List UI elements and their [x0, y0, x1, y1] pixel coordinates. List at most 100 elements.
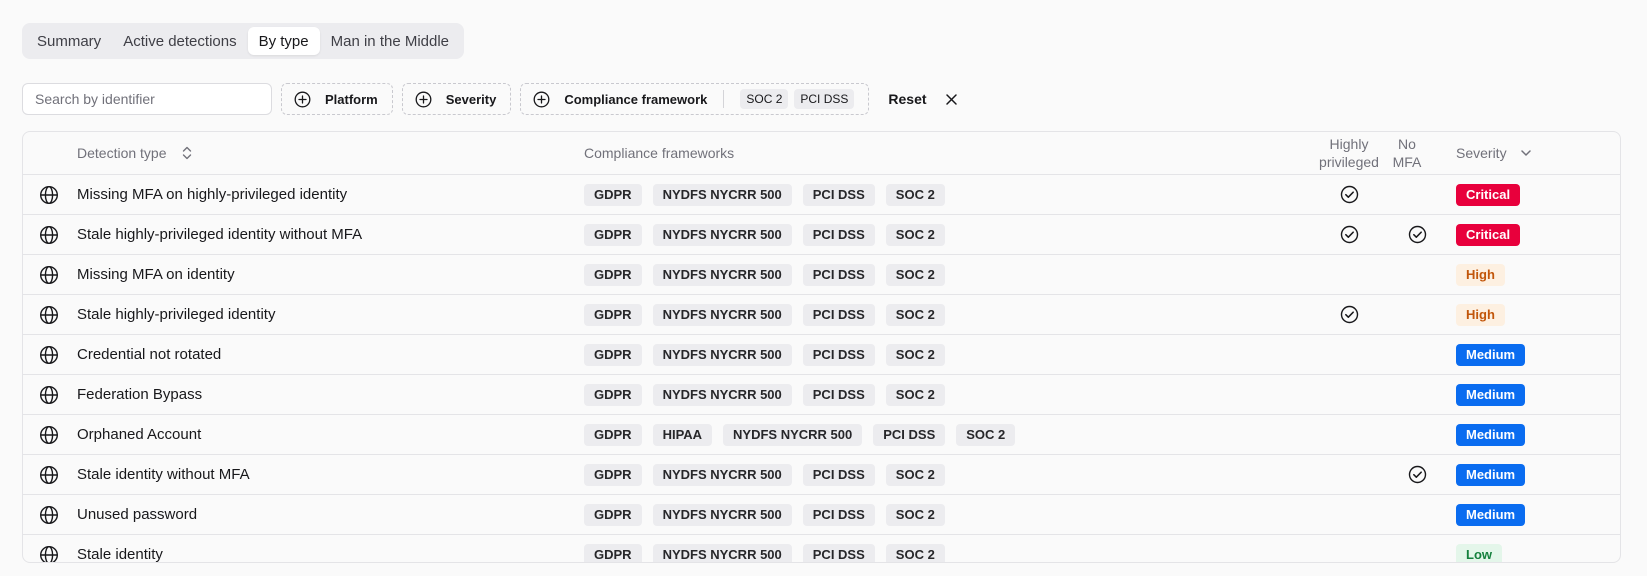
compliance-tag: PCI DSS — [802, 183, 875, 206]
chevron-down-icon[interactable] — [1520, 148, 1532, 158]
platform-filter-button[interactable]: Platform — [281, 83, 393, 115]
tab-summary[interactable]: Summary — [26, 27, 112, 55]
compliance-tag: PCI DSS — [802, 503, 875, 526]
globe-icon — [39, 535, 59, 562]
severity-badge: Medium — [1456, 423, 1526, 446]
compliance-tag: SOC 2 — [885, 543, 945, 562]
compliance-filter-label: Compliance framework — [564, 91, 708, 107]
compliance-tag: GDPR — [584, 343, 642, 366]
table-row[interactable]: Stale highly-privileged identity GDPR NYDF… — [23, 295, 1620, 335]
severity-filter-label: Severity — [445, 91, 497, 107]
severity-cell: Medium — [1456, 455, 1526, 494]
compliance-tag: NYDFS NYCRR 500 — [652, 223, 792, 246]
detection-type-name: Missing MFA on highly-privileged identit… — [77, 186, 348, 203]
filter-bar: Platform Severity Compliance framework S… — [22, 83, 958, 115]
compliance-tags: GDPR NYDFS NYCRR 500 PCI DSS SOC 2 — [584, 335, 956, 374]
compliance-tag: PCI DSS — [802, 383, 875, 406]
compliance-tag: GDPR — [584, 423, 642, 446]
globe-icon — [39, 495, 59, 534]
sort-icon[interactable] — [181, 145, 193, 161]
detection-type-name: Stale highly-privileged identity — [77, 306, 276, 323]
compliance-filter-button[interactable]: Compliance framework SOC 2 PCI DSS — [520, 83, 870, 115]
filter-divider — [723, 90, 725, 108]
reset-button[interactable]: Reset — [888, 91, 957, 107]
tab-active-detections[interactable]: Active detections — [112, 27, 247, 55]
compliance-tag: NYDFS NYCRR 500 — [652, 383, 792, 406]
column-header-no-mfa: No MFA — [1392, 136, 1422, 170]
table-row[interactable]: Unused password GDPR NYDFS NYCRR 500 PCI DS… — [23, 495, 1620, 535]
check-circle-icon — [1339, 295, 1359, 334]
compliance-tag: NYDFS NYCRR 500 — [652, 503, 792, 526]
compliance-tag: GDPR — [584, 263, 642, 286]
severity-badge: Critical — [1456, 223, 1521, 246]
column-header-label: Severity — [1456, 145, 1507, 161]
detection-type-name: Missing MFA on identity — [77, 266, 235, 283]
severity-badge: Medium — [1456, 503, 1526, 526]
globe-icon — [39, 375, 59, 414]
compliance-tags: GDPR NYDFS NYCRR 500 PCI DSS SOC 2 — [584, 295, 956, 334]
compliance-tag: PCI DSS — [802, 263, 875, 286]
compliance-tag: HIPAA — [652, 423, 713, 446]
reset-label: Reset — [888, 91, 927, 107]
compliance-tag: SOC 2 — [885, 183, 945, 206]
compliance-tag: SOC 2 — [956, 423, 1016, 446]
severity-filter-button[interactable]: Severity — [401, 83, 512, 115]
table-row[interactable]: Stale identity without MFA GDPR NYDFS NYCR… — [23, 455, 1620, 495]
check-circle-icon — [1407, 215, 1427, 254]
column-header-severity[interactable]: Severity — [1456, 132, 1532, 174]
compliance-tags: GDPR NYDFS NYCRR 500 PCI DSS SOC 2 — [584, 535, 956, 562]
detection-type-name: Stale identity without MFA — [77, 466, 250, 483]
globe-icon — [39, 175, 59, 214]
severity-cell: High — [1456, 255, 1505, 294]
compliance-tag: NYDFS NYCRR 500 — [652, 463, 792, 486]
table-row[interactable]: Missing MFA on highly-privileged identit… — [23, 175, 1620, 215]
severity-badge: Low — [1456, 543, 1502, 562]
severity-cell: Medium — [1456, 375, 1526, 414]
compliance-tag: GDPR — [584, 463, 642, 486]
check-circle-icon — [1339, 215, 1359, 254]
search-input[interactable] — [22, 83, 272, 115]
table-row[interactable]: Stale identity GDPR NYDFS NYCRR 500 PCI DSS… — [23, 535, 1620, 563]
table-row[interactable]: Credential not rotated GDPR NYDFS NYCRR 50… — [23, 335, 1620, 375]
table-header: Detection type Compliance frameworks Hig… — [23, 132, 1620, 175]
view-tabs: Summary Active detections By type Man in… — [22, 23, 465, 59]
compliance-tag: PCI DSS — [802, 543, 875, 562]
table-row[interactable]: Orphaned Account GDPR HIPAA NYDFS NYCRR 500… — [23, 415, 1620, 455]
compliance-tag: NYDFS NYCRR 500 — [652, 343, 792, 366]
severity-cell: Low — [1456, 535, 1502, 562]
column-header-label: Detection type — [77, 145, 167, 161]
table-row[interactable]: Federation Bypass GDPR NYDFS NYCRR 500 PCI … — [23, 375, 1620, 415]
compliance-tag: PCI DSS — [802, 463, 875, 486]
globe-icon — [39, 455, 59, 494]
compliance-tag: PCI DSS — [802, 343, 875, 366]
severity-badge: Medium — [1456, 383, 1526, 406]
table-row[interactable]: Missing MFA on identity GDPR NYDFS NYCRR 5… — [23, 255, 1620, 295]
compliance-tag: SOC 2 — [885, 383, 945, 406]
compliance-tag: SOC 2 — [885, 263, 945, 286]
compliance-tag: SOC 2 — [885, 503, 945, 526]
compliance-tag: GDPR — [584, 183, 642, 206]
compliance-tag: PCI DSS — [873, 423, 946, 446]
selected-filter-chip: PCI DSS — [794, 89, 855, 109]
compliance-tag: GDPR — [584, 383, 642, 406]
compliance-tag: PCI DSS — [802, 223, 875, 246]
column-header-highly-privileged: Highly privileged — [1319, 136, 1379, 170]
globe-icon — [39, 255, 59, 294]
globe-icon — [39, 295, 59, 334]
tab-man-in-the-middle[interactable]: Man in the Middle — [320, 27, 460, 55]
table-row[interactable]: Stale highly-privileged identity without… — [23, 215, 1620, 255]
compliance-tags: GDPR NYDFS NYCRR 500 PCI DSS SOC 2 — [584, 255, 956, 294]
platform-filter-label: Platform — [325, 91, 378, 107]
compliance-tags: GDPR NYDFS NYCRR 500 PCI DSS SOC 2 — [584, 375, 956, 414]
severity-cell: Medium — [1456, 415, 1526, 454]
check-circle-icon — [1339, 175, 1359, 214]
detection-type-name: Stale identity — [77, 546, 163, 563]
compliance-tag: NYDFS NYCRR 500 — [723, 423, 863, 446]
compliance-tag: NYDFS NYCRR 500 — [652, 183, 792, 206]
severity-cell: High — [1456, 295, 1505, 334]
compliance-tag: SOC 2 — [885, 343, 945, 366]
severity-cell: Critical — [1456, 175, 1521, 214]
tab-by-type[interactable]: By type — [247, 27, 320, 55]
close-icon[interactable] — [945, 93, 958, 106]
column-header-detection-type[interactable]: Detection type — [77, 132, 193, 174]
